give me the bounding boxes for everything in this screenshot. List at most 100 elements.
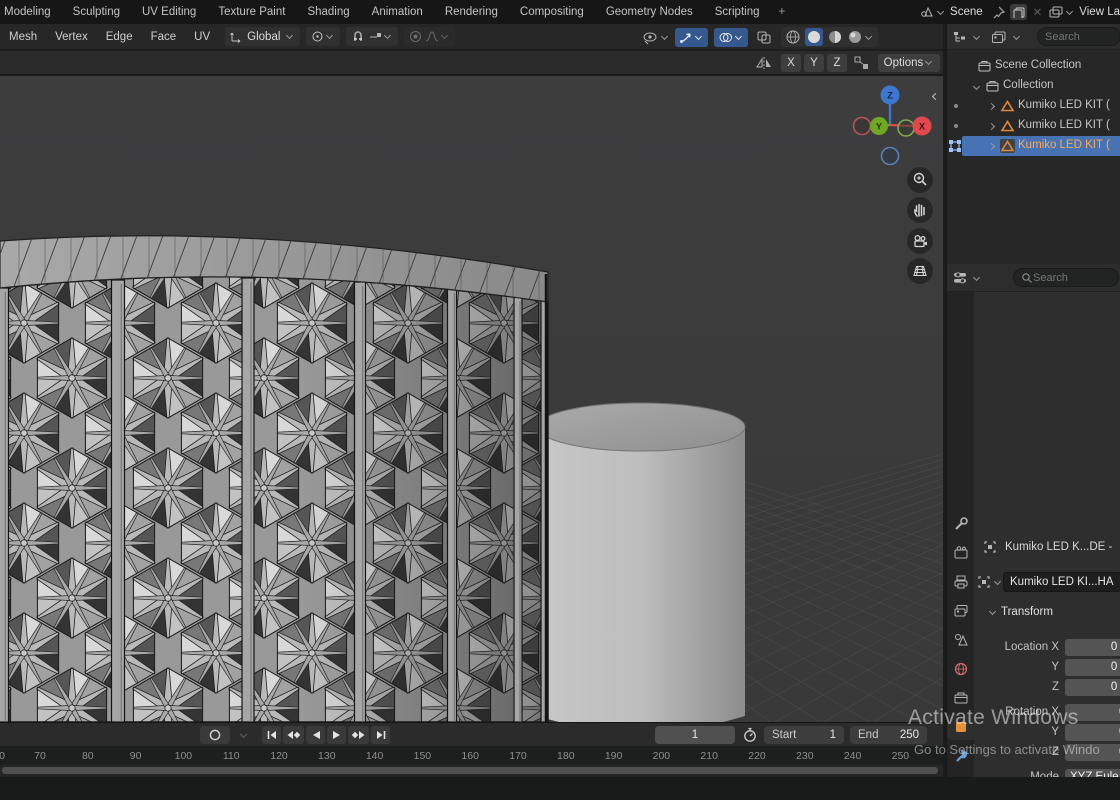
- workspace-tab-animation[interactable]: Animation: [361, 0, 434, 24]
- workspace-tab-scripting[interactable]: Scripting: [704, 0, 771, 24]
- workspace-tab-compositing[interactable]: Compositing: [509, 0, 595, 24]
- shading-chevron[interactable]: [865, 32, 872, 39]
- properties-tab-world[interactable]: [947, 656, 974, 682]
- workspace-tab-modeling[interactable]: Modeling: [0, 0, 62, 24]
- properties-editor-chevron[interactable]: [973, 274, 980, 281]
- object-name-chevron[interactable]: [994, 577, 1001, 584]
- properties-tab-render[interactable]: [947, 540, 974, 566]
- gizmo-neg-x[interactable]: [854, 118, 871, 135]
- properties-tab-output[interactable]: [947, 569, 974, 595]
- object-icon[interactable]: [977, 575, 992, 589]
- scene-dropdown-chevron[interactable]: [937, 7, 944, 14]
- falloff-curve-icon[interactable]: [425, 30, 439, 43]
- outliner-row[interactable]: Kumiko LED KIT (: [947, 96, 1120, 116]
- snap-target-icon[interactable]: [368, 30, 382, 43]
- auto-keying-button[interactable]: [200, 726, 230, 744]
- menu-edge[interactable]: Edge: [97, 31, 142, 43]
- viewport-scene[interactable]: [0, 76, 943, 722]
- frame-ruler[interactable]: 0708090100110120130140150160170180190200…: [0, 746, 943, 765]
- jump-to-end-button[interactable]: [371, 726, 390, 744]
- outliner-dot[interactable]: [954, 104, 958, 108]
- breadcrumb[interactable]: Kumiko LED K...DE -: [983, 540, 1120, 554]
- magnet-icon[interactable]: [351, 30, 365, 43]
- outliner-item-label[interactable]: Kumiko LED KIT (: [1018, 139, 1110, 151]
- outliner-item-label[interactable]: Kumiko LED KIT (: [1018, 119, 1110, 131]
- outliner-item-label[interactable]: Collection: [1003, 79, 1054, 91]
- add-workspace-button[interactable]: +: [771, 0, 794, 24]
- outliner-item-label[interactable]: Scene Collection: [995, 59, 1081, 71]
- view-layer-chevron[interactable]: [1066, 7, 1073, 14]
- view-layer-name[interactable]: View La: [1079, 6, 1120, 18]
- scene-icon[interactable]: [919, 4, 935, 20]
- shading-solid-toggle[interactable]: [805, 28, 823, 46]
- stopwatch-icon[interactable]: [742, 727, 758, 743]
- new-scene-icon[interactable]: [1010, 4, 1027, 20]
- outliner-expand-chevron[interactable]: [988, 103, 995, 110]
- kumiko-cylinder[interactable]: [0, 222, 584, 722]
- play-reverse-button[interactable]: [306, 726, 325, 744]
- outliner-editor-icon[interactable]: [953, 30, 968, 44]
- viewport-3d[interactable]: Z Y X: [0, 76, 943, 722]
- menu-vertex[interactable]: Vertex: [46, 31, 97, 43]
- current-frame-field[interactable]: 1: [655, 726, 735, 744]
- play-button[interactable]: [327, 726, 346, 744]
- navigation-gizmo[interactable]: Z Y X: [845, 85, 935, 170]
- outliner-expand-chevron[interactable]: [988, 123, 995, 130]
- transform-field-location-x[interactable]: 0 m: [1065, 639, 1120, 656]
- outliner-item-label[interactable]: Kumiko LED KIT (: [1018, 99, 1110, 111]
- jump-to-start-button[interactable]: [262, 726, 281, 744]
- visibility-eye-icon[interactable]: [642, 30, 659, 45]
- scene-name[interactable]: Scene: [950, 6, 983, 18]
- frame-start-field[interactable]: Start1: [764, 726, 844, 744]
- outliner-search[interactable]: [1037, 27, 1120, 46]
- outliner-row[interactable]: Scene Collection: [947, 56, 1120, 76]
- pan-button[interactable]: [907, 197, 933, 223]
- mirror-y-button[interactable]: Y: [804, 54, 824, 72]
- properties-tab-viewlayer[interactable]: [947, 598, 974, 624]
- outliner-row[interactable]: Kumiko LED KIT (: [947, 116, 1120, 136]
- transform-panel-header[interactable]: Transform: [987, 606, 1053, 618]
- workspace-tab-texture-paint[interactable]: Texture Paint: [207, 0, 296, 24]
- options-dropdown[interactable]: Options: [878, 54, 940, 72]
- show-overlays-toggle[interactable]: [714, 28, 748, 47]
- snapping-group[interactable]: [346, 27, 398, 46]
- proportional-icon[interactable]: [409, 30, 422, 43]
- properties-tab-tool[interactable]: [947, 511, 974, 537]
- mirror-z-button[interactable]: Z: [827, 54, 847, 72]
- orthographic-toggle-button[interactable]: [907, 258, 933, 284]
- camera-view-button[interactable]: [907, 228, 933, 254]
- next-keyframe-button[interactable]: [348, 726, 369, 744]
- properties-tab-scene[interactable]: [947, 627, 974, 653]
- pivot-point-dropdown[interactable]: [306, 27, 340, 46]
- menu-mesh[interactable]: Mesh: [0, 31, 46, 43]
- gizmo-neg-y[interactable]: [898, 120, 914, 136]
- delete-scene-icon[interactable]: ✕: [1033, 5, 1043, 19]
- gizmo-neg-z[interactable]: [882, 148, 899, 165]
- outliner-row[interactable]: Collection: [947, 76, 1120, 96]
- auto-key-chevron[interactable]: [240, 731, 247, 738]
- outliner-editor-chevron[interactable]: [973, 33, 980, 40]
- xray-toggle-icon[interactable]: [756, 30, 773, 45]
- show-gizmo-toggle[interactable]: [675, 28, 708, 47]
- transform-orientation-dropdown[interactable]: Global: [225, 27, 300, 46]
- properties-search-input[interactable]: [1033, 272, 1103, 284]
- mirror-icon[interactable]: [756, 55, 774, 71]
- workspace-tab-uv-editing[interactable]: UV Editing: [131, 0, 207, 24]
- outliner-dot[interactable]: [954, 124, 958, 128]
- workspace-tab-rendering[interactable]: Rendering: [434, 0, 509, 24]
- plain-cylinder[interactable]: [537, 403, 745, 722]
- object-name-field[interactable]: Kumiko LED KI...HA: [1003, 572, 1120, 592]
- shading-rendered-icon[interactable]: [847, 29, 863, 45]
- zoom-button[interactable]: [907, 167, 933, 193]
- outliner-search-input[interactable]: [1045, 31, 1115, 43]
- prev-keyframe-button[interactable]: [283, 726, 304, 744]
- outliner-display-icon[interactable]: [991, 30, 1007, 45]
- transform-field-mode[interactable]: XYZ Eule: [1065, 769, 1120, 777]
- menu-uv[interactable]: UV: [185, 31, 219, 43]
- workspace-tab-sculpting[interactable]: Sculpting: [62, 0, 131, 24]
- shading-wireframe-icon[interactable]: [785, 29, 801, 45]
- snap-options-icon[interactable]: [853, 55, 871, 71]
- properties-search[interactable]: [1013, 268, 1119, 287]
- proportional-editing-group[interactable]: [404, 27, 455, 46]
- mirror-x-button[interactable]: X: [781, 54, 801, 72]
